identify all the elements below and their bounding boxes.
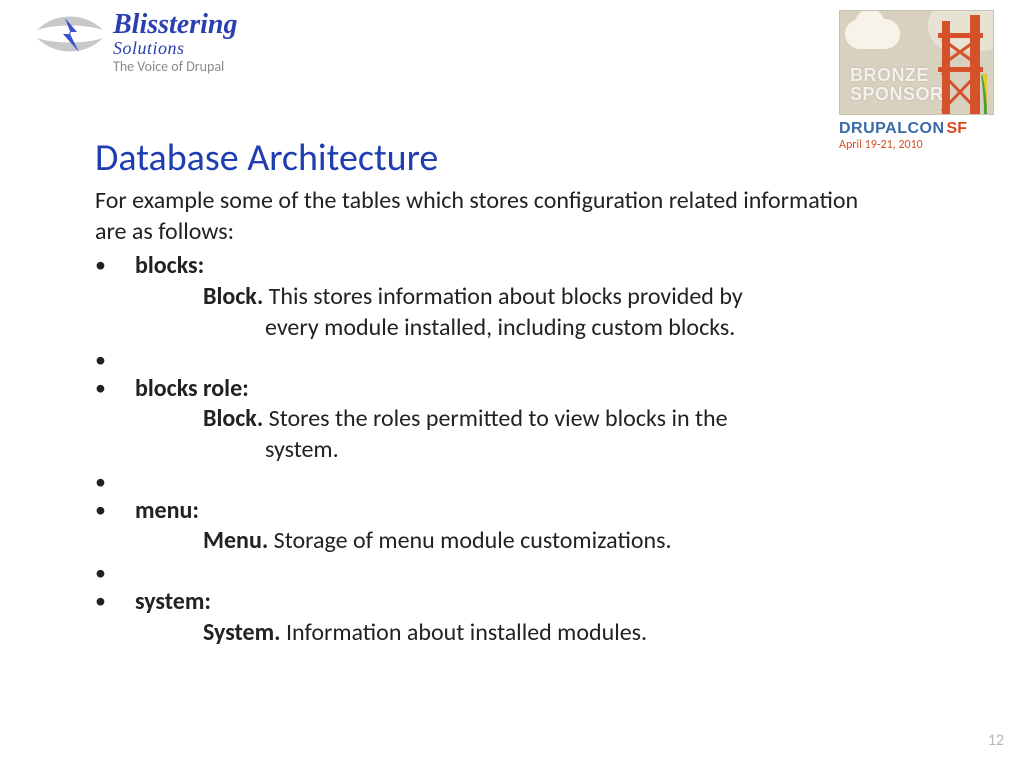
item-desc: This stores information about blocks pro… <box>263 282 742 311</box>
item-label: menu: <box>135 496 199 525</box>
item-subject: Block. <box>203 282 263 311</box>
slide-body: For example some of the tables which sto… <box>95 186 865 649</box>
spacer <box>95 346 865 372</box>
sponsor-text: BRONZE SPONSOR <box>850 66 944 104</box>
spacer <box>95 468 865 494</box>
conference-name: DRUPALCON <box>839 120 945 137</box>
item-desc-cont: system. <box>265 435 865 466</box>
list-item: system: System. Information about instal… <box>95 587 865 648</box>
item-label: blocks role: <box>135 374 249 403</box>
item-desc: Information about installed modules. <box>281 618 648 647</box>
logo-swoosh-icon <box>35 10 105 60</box>
item-subject: System. <box>203 618 281 647</box>
item-desc-cont: every module installed, including custom… <box>265 313 865 344</box>
slide-title: Database Architecture <box>95 135 438 181</box>
intro-text: For example some of the tables which sto… <box>95 186 865 247</box>
item-label: blocks: <box>135 251 204 280</box>
logo-title: Blisstering <box>113 10 237 39</box>
item-subject: Block. <box>203 404 263 433</box>
sponsor-line2: SPONSOR <box>850 85 944 104</box>
conference-date: April 19-21, 2010 <box>839 139 994 152</box>
conference-info: DRUPALCONSF April 19-21, 2010 <box>839 120 994 152</box>
item-label: system: <box>135 587 211 616</box>
page-number: 12 <box>988 731 1004 750</box>
brand-logo: Blisstering Solutions The Voice of Drupa… <box>35 10 237 75</box>
list-item: menu: Menu. Storage of menu module custo… <box>95 496 865 557</box>
conference-city: SF <box>947 120 967 137</box>
list-item: blocks role: Block. Stores the roles per… <box>95 374 865 466</box>
sponsor-line1: BRONZE <box>850 66 944 85</box>
spacer <box>95 559 865 585</box>
logo-subtitle: Solutions <box>113 39 237 58</box>
item-subject: Menu. <box>203 526 268 555</box>
bullet-list: blocks: Block. This stores information a… <box>95 251 865 648</box>
logo-text: Blisstering Solutions The Voice of Drupa… <box>113 10 237 75</box>
item-desc: Storage of menu module customizations. <box>268 526 671 555</box>
sponsor-badge: BRONZE SPONSOR <box>839 10 994 115</box>
item-desc: Stores the roles permitted to view block… <box>263 404 727 433</box>
list-item: blocks: Block. This stores information a… <box>95 251 865 343</box>
logo-tagline: The Voice of Drupal <box>113 60 237 75</box>
cloud-icon <box>845 19 900 49</box>
